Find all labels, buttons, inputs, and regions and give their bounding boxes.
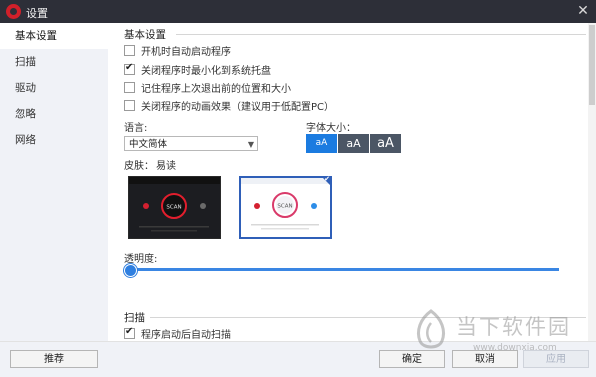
language-select[interactable]: 中文简体 ▼ [124, 136, 258, 151]
font-size-small-button[interactable]: aA [306, 134, 337, 153]
language-value: 中文简体 [129, 139, 168, 150]
font-size-label: 字体大小： [306, 123, 356, 134]
close-button[interactable]: ✕ [572, 0, 594, 23]
scrollbar-thumb[interactable] [589, 25, 595, 105]
option-minimize-to-tray[interactable]: ✔ 关闭程序时最小化到系统托盘 [124, 62, 271, 78]
window-title: 设置 [26, 7, 48, 20]
option-label: 关闭程序的动画效果（建议用于低配置PC） [141, 102, 335, 113]
section-divider [150, 317, 586, 318]
sidebar-item-basic[interactable]: 基本设置 [0, 23, 108, 49]
dark-skin-preview: SCAN [129, 177, 220, 232]
title-bar: 设置 ✕ [0, 0, 596, 23]
light-skin-preview: SCAN [241, 178, 330, 230]
language-label: 语言: [124, 123, 148, 134]
checkbox[interactable] [124, 100, 135, 111]
dark-skin-scan-text: SCAN [166, 205, 181, 211]
option-label: 程序启动后自动扫描 [141, 330, 231, 341]
recommend-button[interactable]: 推荐 [10, 350, 98, 368]
footer-bar: 推荐 确定 取消 应用 [0, 341, 596, 377]
section-heading-scan: 扫描 [124, 312, 145, 324]
option-scan-on-startup[interactable]: ✔ 程序启动后自动扫描 [124, 326, 231, 341]
checkbox[interactable]: ✔ [124, 62, 135, 75]
font-size-medium-button[interactable]: aA [338, 134, 369, 153]
font-size-large-button[interactable]: aA [370, 134, 401, 153]
option-label: 关闭程序时最小化到系统托盘 [141, 66, 271, 77]
check-icon: ✔ [125, 326, 134, 337]
check-icon: ✔ [125, 62, 134, 73]
option-autostart[interactable]: 开机时自动启动程序 [124, 45, 231, 59]
section-divider [176, 34, 586, 35]
cancel-button[interactable]: 取消 [452, 350, 518, 368]
checkbox[interactable]: ✔ [124, 326, 135, 339]
light-skin-scan-text: SCAN [277, 204, 292, 210]
transparency-slider-track[interactable] [129, 268, 559, 271]
sidebar: 基本设置 扫描 驱动 忽略 网络 [0, 23, 108, 341]
transparency-label: 透明度: [124, 254, 158, 265]
option-label: 记住程序上次退出前的位置和大小 [141, 84, 291, 95]
option-disable-animation[interactable]: 关闭程序的动画效果（建议用于低配置PC） [124, 100, 334, 114]
chevron-down-icon: ▼ [247, 140, 254, 149]
checkbox[interactable] [124, 45, 135, 56]
sidebar-item-driver[interactable]: 驱动 [0, 75, 108, 101]
check-icon: ✔ [324, 175, 330, 183]
skin-value: 易读 [156, 161, 176, 172]
option-remember-position[interactable]: 记住程序上次退出前的位置和大小 [124, 82, 291, 96]
app-logo-icon [6, 4, 21, 19]
sidebar-item-scan[interactable]: 扫描 [0, 49, 108, 75]
sidebar-item-ignore[interactable]: 忽略 [0, 101, 108, 127]
font-size-group: aA aA aA [306, 134, 402, 153]
skin-label: 皮肤： [124, 161, 154, 172]
transparency-slider-thumb[interactable] [124, 264, 137, 277]
ok-button[interactable]: 确定 [379, 350, 445, 368]
option-label: 开机时自动启动程序 [141, 47, 231, 58]
apply-button[interactable]: 应用 [523, 350, 589, 368]
skin-option-light[interactable]: SCAN ✔ [239, 175, 332, 239]
checkbox[interactable] [124, 82, 135, 93]
vertical-scrollbar[interactable] [588, 23, 596, 341]
sidebar-item-network[interactable]: 网络 [0, 127, 108, 153]
settings-panel: 基本设置 开机时自动启动程序 ✔ 关闭程序时最小化到系统托盘 记住程序上次退出前的… [108, 23, 588, 341]
skin-option-dark[interactable]: SCAN [128, 176, 221, 239]
section-heading-basic: 基本设置 [124, 29, 166, 41]
